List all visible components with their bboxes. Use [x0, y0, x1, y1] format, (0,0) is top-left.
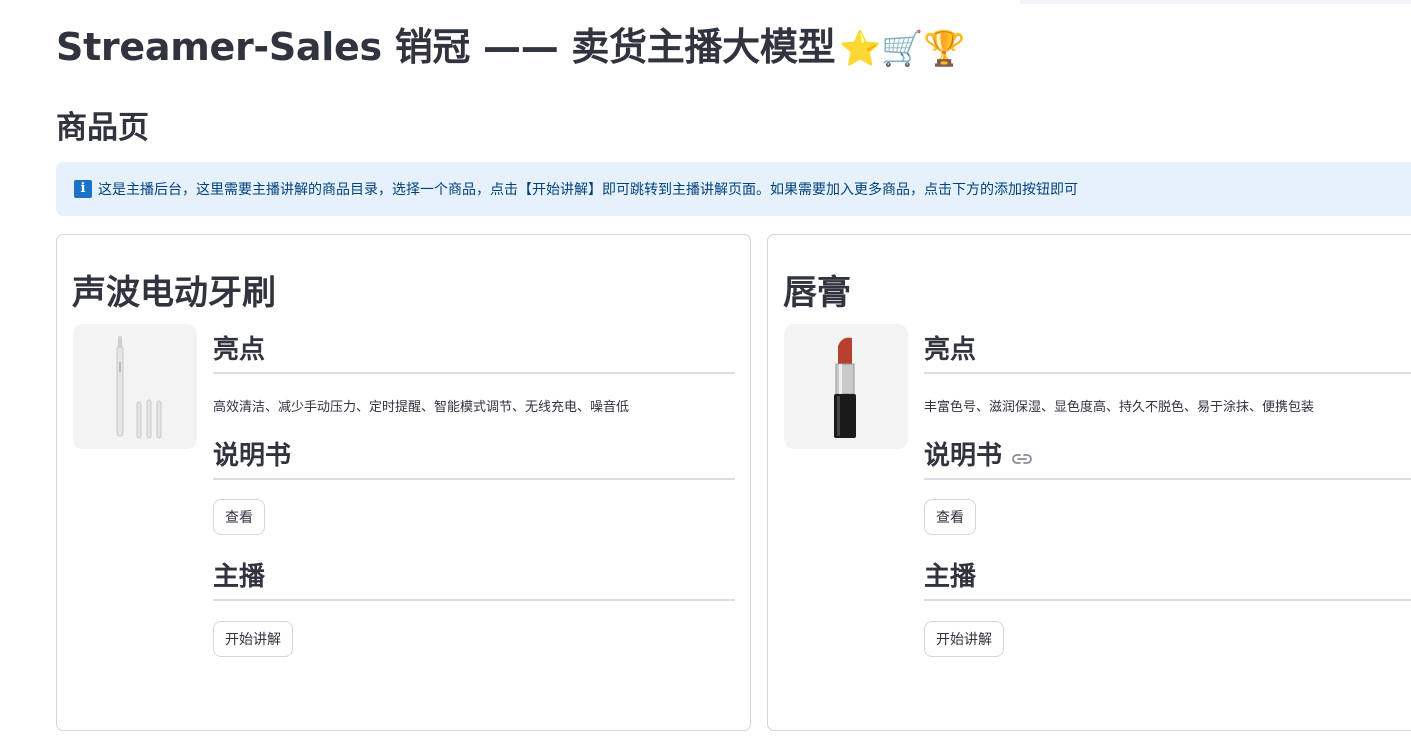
divider	[213, 478, 735, 480]
highlights-section: 亮点	[213, 332, 735, 374]
streamer-section: 主播	[213, 559, 735, 601]
page-heading: 商品页	[56, 110, 149, 146]
manual-heading: 说明书	[924, 438, 1411, 474]
highlights-text: 高效清洁、减少手动压力、定时提醒、智能模式调节、无线充电、噪音低	[213, 400, 630, 415]
manual-section: 说明书	[213, 438, 735, 480]
manual-section: 说明书	[924, 438, 1411, 480]
top-decoration-bar	[1020, 0, 1411, 4]
app-title-text: Streamer-Sales 销冠 —— 卖货主播大模型	[56, 25, 836, 69]
title-emoji-icons: ⭐🛒🏆	[839, 29, 966, 69]
divider	[213, 372, 735, 374]
product-image-toothbrush	[73, 324, 197, 449]
view-manual-button[interactable]: 查看	[924, 499, 976, 535]
app-title: Streamer-Sales 销冠 —— 卖货主播大模型 ⭐🛒🏆	[56, 16, 966, 71]
manual-heading: 说明书	[213, 441, 292, 471]
link-icon[interactable]	[1012, 439, 1032, 475]
highlights-text: 丰富色号、滋润保湿、显色度高、持久不脱色、易于涂抹、便携包装	[924, 400, 1315, 415]
divider	[924, 478, 1411, 480]
highlights-heading: 亮点	[924, 335, 977, 365]
streamer-heading: 主播	[213, 562, 266, 592]
info-alert: i 这是主播后台，这里需要主播讲解的商品目录，选择一个商品，点击【开始讲解】即可…	[56, 162, 1411, 216]
streamer-section: 主播	[924, 559, 1411, 601]
divider	[924, 599, 1411, 601]
product-name: 声波电动牙刷	[72, 273, 276, 313]
start-explain-button[interactable]: 开始讲解	[213, 621, 293, 657]
product-card-lipstick: 唇膏 亮点 丰富色号、滋润保湿、显色度高、持久不脱色、易于涂抹、便携包装 说明书…	[767, 234, 1411, 731]
highlights-heading: 亮点	[213, 335, 266, 365]
start-explain-button[interactable]: 开始讲解	[924, 621, 1004, 657]
highlights-section: 亮点	[924, 332, 1411, 374]
product-card-toothbrush: 声波电动牙刷 亮点 高效清洁、减少手动压力、定时提醒、智能模式调节、无线充电、噪…	[56, 234, 751, 731]
streamer-heading: 主播	[924, 562, 977, 592]
info-icon: i	[74, 180, 92, 198]
divider	[213, 599, 735, 601]
divider	[924, 372, 1411, 374]
product-image-lipstick	[784, 324, 908, 449]
toothbrush-icon	[116, 336, 162, 439]
manual-heading-text: 说明书	[924, 441, 1003, 471]
product-name: 唇膏	[783, 273, 851, 313]
info-text: 这是主播后台，这里需要主播讲解的商品目录，选择一个商品，点击【开始讲解】即可跳转…	[98, 182, 1078, 198]
lipstick-icon	[834, 337, 856, 438]
view-manual-button[interactable]: 查看	[213, 499, 265, 535]
